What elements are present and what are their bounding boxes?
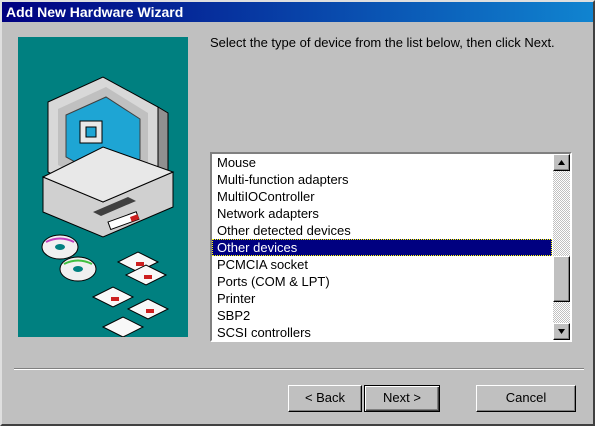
list-item[interactable]: MultiIOController: [212, 188, 552, 205]
scrollbar-thumb[interactable]: [553, 256, 570, 302]
instruction-text: Select the type of device from the list …: [210, 35, 555, 50]
next-button[interactable]: Next >: [364, 385, 440, 412]
vertical-scrollbar[interactable]: [553, 154, 570, 340]
list-item[interactable]: Printer: [212, 290, 552, 307]
separator-line: [14, 368, 584, 370]
arrow-down-icon: [558, 329, 565, 334]
list-item[interactable]: Ports (COM & LPT): [212, 273, 552, 290]
list-item[interactable]: Other detected devices: [212, 222, 552, 239]
list-item[interactable]: SCSI controllers: [212, 324, 552, 340]
cancel-button[interactable]: Cancel: [476, 385, 576, 412]
list-item[interactable]: Multi-function adapters: [212, 171, 552, 188]
device-type-list[interactable]: Mouse Multi-function adapters MultiIOCon…: [210, 152, 572, 342]
list-item[interactable]: SBP2: [212, 307, 552, 324]
list-item[interactable]: PCMCIA socket: [212, 256, 552, 273]
wizard-window: Add New Hardware Wizard Select the type …: [0, 0, 595, 426]
scroll-up-button[interactable]: [553, 154, 570, 171]
scroll-down-button[interactable]: [553, 323, 570, 340]
computer-illustration: [18, 37, 188, 337]
back-button[interactable]: < Back: [288, 385, 362, 412]
list-item-selected[interactable]: Other devices: [212, 239, 552, 256]
title-bar[interactable]: Add New Hardware Wizard: [2, 2, 593, 22]
list-item[interactable]: Mouse: [212, 154, 552, 171]
computer-disks-icon: [41, 76, 175, 337]
list-item[interactable]: Network adapters: [212, 205, 552, 222]
arrow-up-icon: [558, 160, 565, 165]
window-title: Add New Hardware Wizard: [6, 4, 184, 20]
